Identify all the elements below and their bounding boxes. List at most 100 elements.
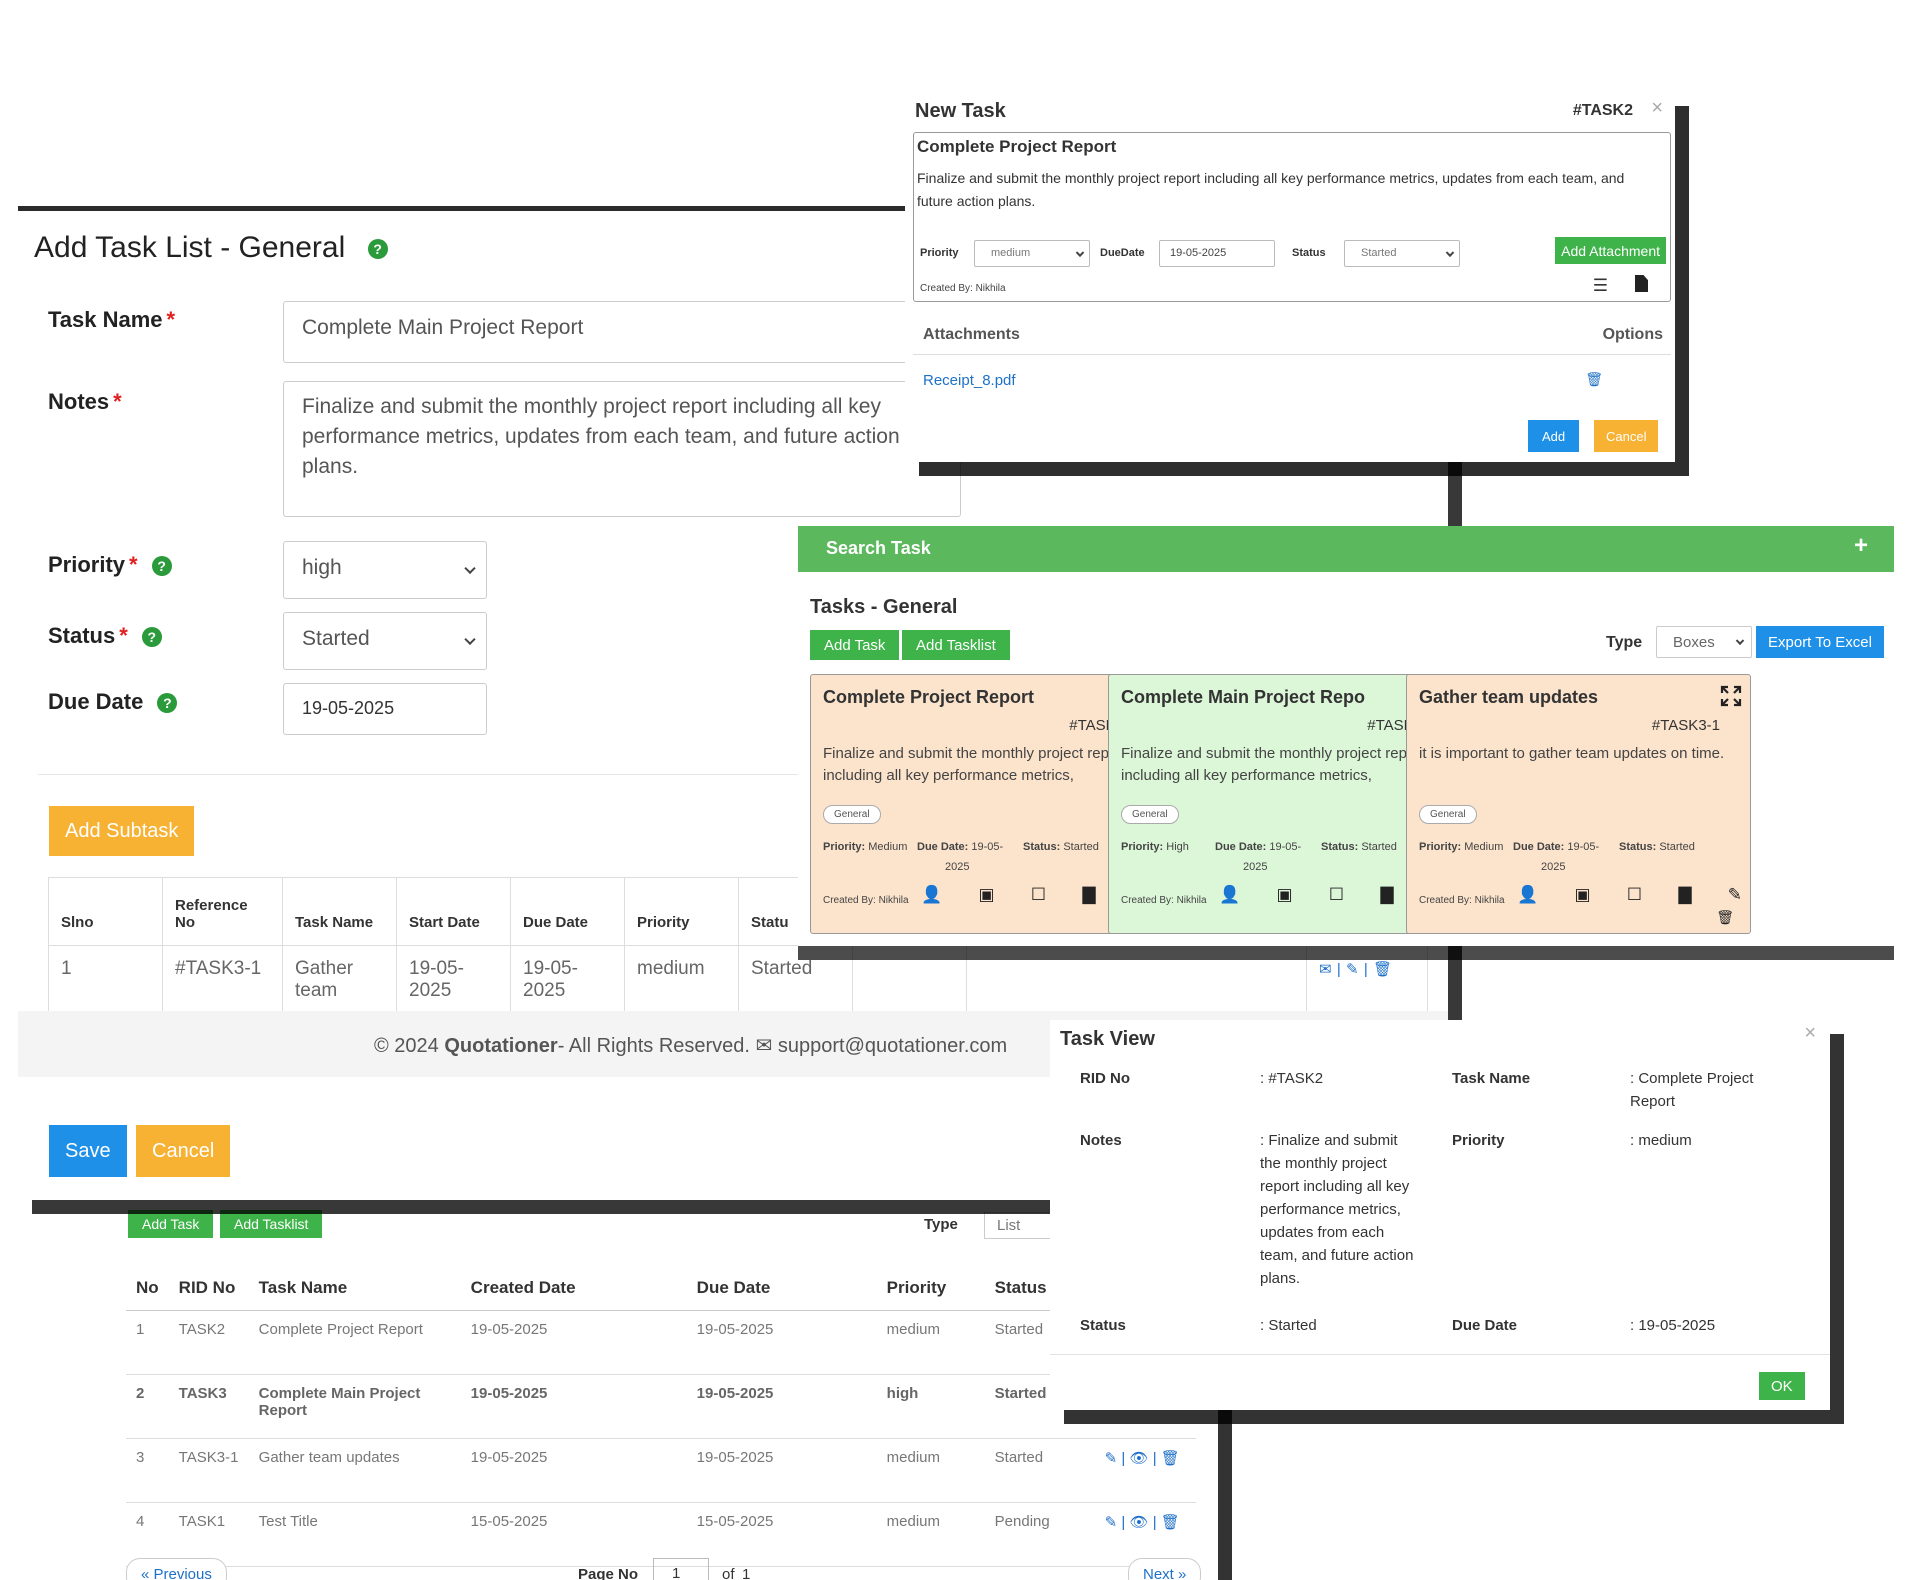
row-actions: ✉ | ✎ | 🗑 xyxy=(1306,945,1428,1015)
task-name-input[interactable]: Complete Main Project Report xyxy=(283,301,1003,363)
table-row: 4 TASK1 Test Title 15-05-2025 15-05-2025… xyxy=(126,1502,1196,1567)
archive-icon[interactable]: ▣ xyxy=(978,885,994,905)
trash-icon[interactable]: 🗑 xyxy=(1161,1450,1180,1467)
file-icon[interactable]: ▇ xyxy=(1082,885,1095,905)
help-icon[interactable]: ? xyxy=(151,556,172,577)
checkbox-icon[interactable]: ☐ xyxy=(1627,885,1642,905)
add-subtask-button[interactable]: Add Subtask xyxy=(49,806,195,856)
notes-textarea[interactable]: Finalize and submit the monthly project … xyxy=(283,381,961,517)
help-icon[interactable]: ? xyxy=(141,627,162,648)
help-icon[interactable]: ? xyxy=(367,239,388,260)
priority-select[interactable]: medium xyxy=(974,240,1090,267)
file-icon[interactable]: ▇ xyxy=(1380,885,1393,905)
edit-icon[interactable]: ✎ xyxy=(1105,1450,1118,1467)
board-type-select[interactable]: Boxes xyxy=(1656,626,1752,658)
add-button[interactable]: Add xyxy=(1528,420,1580,452)
status-label: Status: xyxy=(1023,841,1061,853)
priority-label: Priority xyxy=(920,247,959,259)
ok-button[interactable]: OK xyxy=(1759,1372,1805,1400)
task-name-label: Task Name xyxy=(1452,1070,1531,1087)
row-priority: medium xyxy=(876,1438,985,1503)
trash-icon[interactable]: 🗑 xyxy=(1716,909,1734,926)
previous-button[interactable]: « Previous xyxy=(126,1558,227,1580)
checkbox-icon[interactable]: ☐ xyxy=(1031,885,1046,905)
list-add-tasklist-button[interactable]: Add Tasklist xyxy=(220,1210,323,1238)
priority-label: Priority: xyxy=(1419,841,1462,853)
due-date-input[interactable]: 19-05-2025 xyxy=(283,683,487,735)
edit-icon[interactable]: ✎ xyxy=(1346,961,1359,978)
row-rid: TASK3 xyxy=(168,1374,249,1439)
trash-icon[interactable]: 🗑 xyxy=(1373,961,1392,978)
archive-icon[interactable]: ▣ xyxy=(1574,885,1590,905)
card-due-date-year: 2025 xyxy=(945,861,970,873)
checkbox-icon[interactable]: ☐ xyxy=(1329,885,1344,905)
add-attachment-button[interactable]: Add Attachment xyxy=(1555,237,1666,264)
envelope-icon[interactable]: ✉ xyxy=(1319,961,1332,978)
file-icon[interactable]: ▇ xyxy=(1678,885,1691,905)
required-mark: * xyxy=(129,552,138,577)
required-mark: * xyxy=(119,623,128,648)
cancel-button[interactable]: Cancel xyxy=(1594,420,1659,452)
support-email-link[interactable]: support@quotationer.com xyxy=(778,1035,1007,1057)
close-icon[interactable]: × xyxy=(1804,1022,1816,1045)
archive-icon[interactable]: ▣ xyxy=(1276,885,1292,905)
card-title: Complete Main Project Repo xyxy=(1121,687,1366,707)
duedate-input[interactable]: 19-05-2025 xyxy=(1159,240,1275,267)
cancel-button[interactable]: Cancel xyxy=(136,1125,231,1177)
trash-icon[interactable]: 🗑 xyxy=(1585,371,1603,388)
pencil-icon[interactable]: ✎ xyxy=(1728,885,1742,905)
card-status: Status: Started xyxy=(1619,841,1695,853)
board-add-task-button[interactable]: Add Task xyxy=(810,630,900,660)
help-icon[interactable]: ? xyxy=(157,693,178,714)
row-no: 1 xyxy=(126,1310,169,1375)
board-add-tasklist-button[interactable]: Add Tasklist xyxy=(902,630,1010,660)
total-pages: 1 xyxy=(742,1566,751,1580)
attachments-label: Attachments xyxy=(923,326,1020,343)
status-select[interactable]: Started xyxy=(1344,240,1460,267)
status-select-value: Started xyxy=(302,627,370,650)
export-to-excel-button[interactable]: Export To Excel xyxy=(1756,626,1884,658)
trash-icon[interactable]: 🗑 xyxy=(1161,1514,1180,1531)
eye-icon[interactable]: 👁 xyxy=(1130,1450,1149,1467)
action-separator: | xyxy=(1121,1514,1126,1531)
col-due-date: Due Date xyxy=(510,877,625,946)
list-add-task-button[interactable]: Add Task xyxy=(128,1210,214,1238)
col-start-date: Start Date xyxy=(396,877,511,946)
task-card[interactable]: Complete Main Project Repo #TASK3 Finali… xyxy=(1108,674,1453,934)
attachment-file-link[interactable]: Receipt_8.pdf xyxy=(923,372,1016,389)
task-card[interactable]: Complete Project Report #TASK2 Finalize … xyxy=(810,674,1155,934)
priority-select[interactable]: high xyxy=(283,541,487,599)
add-user-icon[interactable]: 👤 xyxy=(921,885,942,905)
file-icon[interactable] xyxy=(1635,275,1648,292)
col-task-name: Task Name xyxy=(248,1266,461,1311)
list-icon[interactable]: ☰ xyxy=(1593,276,1608,296)
plus-icon[interactable]: + xyxy=(1854,532,1868,560)
add-user-icon[interactable]: 👤 xyxy=(1517,885,1538,905)
task-card[interactable]: Gather team updates #TASK3-1 it is impor… xyxy=(1406,674,1751,934)
notes-label: Notes * xyxy=(48,389,122,415)
eye-icon[interactable]: 👁 xyxy=(1130,1514,1149,1531)
notes-value: : Finalize and submit the monthly projec… xyxy=(1260,1132,1414,1287)
modal-title: New Task xyxy=(915,100,1006,122)
add-user-icon[interactable]: 👤 xyxy=(1219,885,1240,905)
save-button[interactable]: Save xyxy=(49,1125,127,1177)
edit-icon[interactable]: ✎ xyxy=(1105,1514,1118,1531)
col-due-date: Due Date xyxy=(686,1266,877,1311)
card-priority: Priority: Medium xyxy=(1419,841,1503,853)
chevron-down-icon xyxy=(1075,248,1085,257)
status-select[interactable]: Started xyxy=(283,612,487,670)
expand-icon[interactable] xyxy=(1720,685,1742,707)
card-tag: General xyxy=(1419,805,1477,824)
chevron-down-icon xyxy=(464,633,476,646)
created-by: Created By: Nikhila xyxy=(920,283,1006,294)
row-created: 19-05-2025 xyxy=(460,1310,687,1375)
task-title-input[interactable]: Complete Project Report xyxy=(917,137,1116,157)
due-value-1: 19-05- xyxy=(1567,841,1600,853)
page-number-input[interactable]: 1 xyxy=(653,1558,709,1580)
next-button[interactable]: Next » xyxy=(1128,1558,1202,1580)
row-no: 3 xyxy=(126,1438,169,1503)
close-icon[interactable]: × xyxy=(1651,97,1663,120)
task-notes-textarea[interactable]: Finalize and submit the monthly project … xyxy=(917,167,1657,213)
duedate-label: DueDate xyxy=(1100,247,1145,259)
search-task-header[interactable]: Search Task + xyxy=(798,526,1894,572)
